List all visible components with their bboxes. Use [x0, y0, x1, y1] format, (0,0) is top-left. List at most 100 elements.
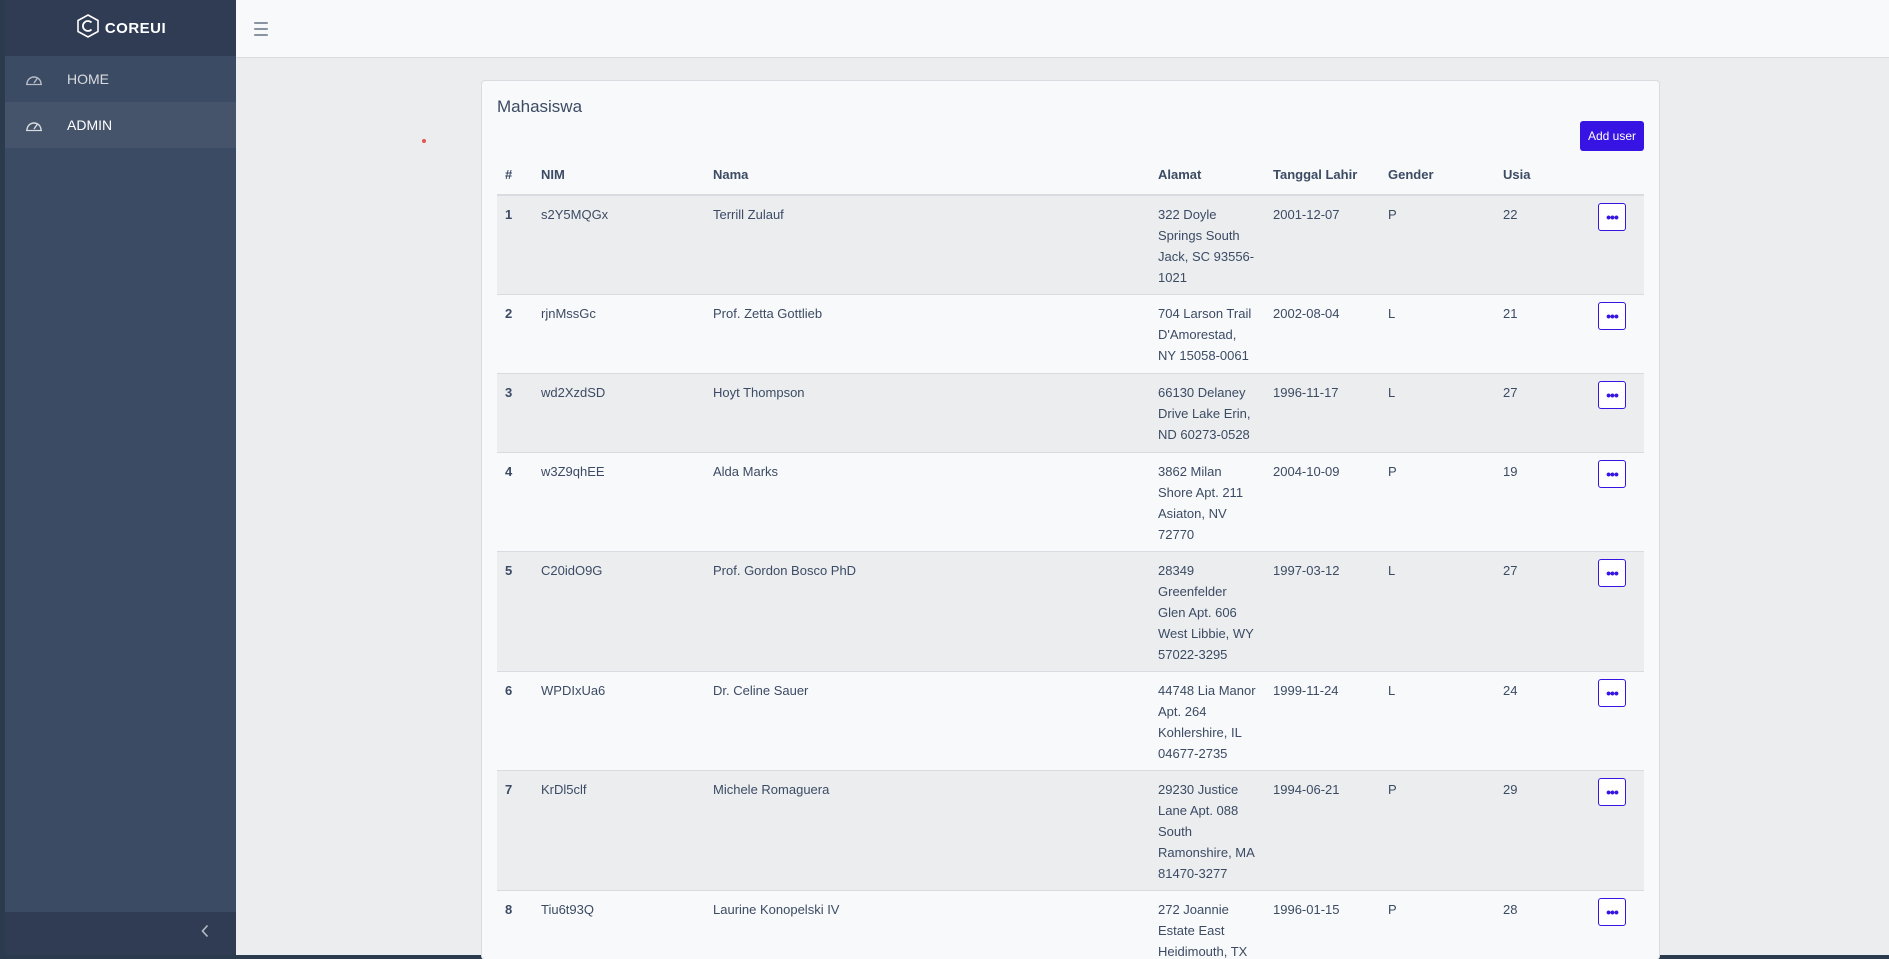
- table-row: 3 wd2XzdSD Hoyt Thompson 66130 Delaney D…: [497, 372, 1644, 452]
- column-header-alamat: Alamat: [1150, 155, 1265, 196]
- cursor-marker: [422, 139, 426, 143]
- sidebar-item-admin[interactable]: ADMIN: [5, 102, 236, 148]
- chevron-left-icon: [200, 924, 210, 943]
- column-header-index: #: [497, 155, 533, 196]
- mahasiswa-card: Mahasiswa Add user # NIM Nama Alamat Tan…: [481, 80, 1660, 959]
- speedometer-icon: [25, 117, 47, 133]
- table-row: 8 Tiu6t93Q Laurine Konopelski IV 272 Joa…: [497, 889, 1644, 959]
- row-gender: P: [1380, 889, 1495, 959]
- table-row: 5 C20idO9G Prof. Gordon Bosco PhD 28349 …: [497, 550, 1644, 671]
- more-horizontal-icon: •••: [1606, 307, 1619, 324]
- row-tanggal-lahir: 1994-06-21: [1265, 769, 1380, 890]
- row-nim: KrDl5clf: [533, 769, 705, 890]
- row-more-button[interactable]: •••: [1598, 301, 1626, 330]
- sidebar-minimize-button[interactable]: [5, 912, 236, 955]
- row-actions: •••: [1590, 769, 1644, 890]
- row-actions: •••: [1590, 550, 1644, 671]
- row-alamat: 322 Doyle Springs South Jack, SC 93556-1…: [1150, 194, 1265, 294]
- sidebar-item-home[interactable]: HOME: [5, 56, 236, 102]
- row-nama: Alda Marks: [705, 451, 1150, 551]
- more-horizontal-icon: •••: [1606, 386, 1619, 403]
- column-header-nama: Nama: [705, 155, 1150, 196]
- column-header-usia: Usia: [1495, 155, 1590, 196]
- row-nim: WPDIxUa6: [533, 670, 705, 770]
- row-nama: Prof. Gordon Bosco PhD: [705, 550, 1150, 671]
- row-usia: 27: [1495, 550, 1590, 671]
- row-tanggal-lahir: 1996-01-15: [1265, 889, 1380, 959]
- row-nim: s2Y5MQGx: [533, 194, 705, 294]
- row-nim: w3Z9qhEE: [533, 451, 705, 551]
- row-more-button[interactable]: •••: [1598, 678, 1626, 707]
- table-row: 7 KrDl5clf Michele Romaguera 29230 Justi…: [497, 769, 1644, 890]
- row-nama: Terrill Zulauf: [705, 194, 1150, 294]
- sidebar-item-label: HOME: [67, 71, 109, 87]
- row-alamat: 29230 Justice Lane Apt. 088 South Ramons…: [1150, 769, 1265, 890]
- row-index: 7: [497, 769, 533, 890]
- row-gender: P: [1380, 769, 1495, 890]
- row-index: 8: [497, 889, 533, 959]
- table-row: 6 WPDIxUa6 Dr. Celine Sauer 44748 Lia Ma…: [497, 670, 1644, 770]
- row-usia: 27: [1495, 372, 1590, 452]
- row-actions: •••: [1590, 194, 1644, 294]
- row-tanggal-lahir: 1999-11-24: [1265, 670, 1380, 770]
- row-alamat: 272 Joannie Estate East Heidimouth, TX: [1150, 889, 1265, 959]
- row-more-button[interactable]: •••: [1598, 459, 1626, 488]
- row-gender: L: [1380, 293, 1495, 373]
- row-actions: •••: [1590, 293, 1644, 373]
- speedometer-icon: [25, 71, 47, 87]
- row-nim: rjnMssGc: [533, 293, 705, 373]
- row-nama: Hoyt Thompson: [705, 372, 1150, 452]
- row-nama: Michele Romaguera: [705, 769, 1150, 890]
- column-header-actions: [1590, 155, 1644, 196]
- more-horizontal-icon: •••: [1606, 903, 1619, 920]
- row-nim: Tiu6t93Q: [533, 889, 705, 959]
- row-gender: P: [1380, 451, 1495, 551]
- app-frame: COREUI HOME ADMIN Mahasiswa Add user # N…: [5, 0, 1889, 959]
- row-usia: 28: [1495, 889, 1590, 959]
- row-nama: Prof. Zetta Gottlieb: [705, 293, 1150, 373]
- brand-name: COREUI: [104, 19, 167, 37]
- row-alamat: 704 Larson Trail D'Amorestad, NY 15058-0…: [1150, 293, 1265, 373]
- row-nim: wd2XzdSD: [533, 372, 705, 452]
- sidebar: COREUI HOME ADMIN: [5, 0, 236, 955]
- row-alamat: 28349 Greenfelder Glen Apt. 606 West Lib…: [1150, 550, 1265, 671]
- more-horizontal-icon: •••: [1606, 783, 1619, 800]
- row-tanggal-lahir: 2002-08-04: [1265, 293, 1380, 373]
- more-horizontal-icon: •••: [1606, 564, 1619, 581]
- more-horizontal-icon: •••: [1606, 209, 1619, 225]
- more-horizontal-icon: •••: [1606, 684, 1619, 701]
- row-actions: •••: [1590, 889, 1644, 959]
- brand[interactable]: COREUI: [5, 0, 236, 56]
- header: [236, 0, 1889, 58]
- table-row: 4 w3Z9qhEE Alda Marks 3862 Milan Shore A…: [497, 451, 1644, 551]
- row-nama: Dr. Celine Sauer: [705, 670, 1150, 770]
- row-alamat: 44748 Lia Manor Apt. 264 Kohlershire, IL…: [1150, 670, 1265, 770]
- row-more-button[interactable]: •••: [1598, 777, 1626, 806]
- row-index: 6: [497, 670, 533, 770]
- row-actions: •••: [1590, 372, 1644, 452]
- row-usia: 22: [1495, 194, 1590, 294]
- row-index: 5: [497, 550, 533, 671]
- column-header-tanggal-lahir: Tanggal Lahir: [1265, 155, 1380, 196]
- card-title: Mahasiswa: [497, 97, 583, 116]
- row-actions: •••: [1590, 670, 1644, 770]
- mahasiswa-table: # NIM Nama Alamat Tanggal Lahir Gender U…: [497, 155, 1644, 959]
- row-more-button[interactable]: •••: [1598, 558, 1626, 587]
- row-alamat: 66130 Delaney Drive Lake Erin, ND 60273-…: [1150, 372, 1265, 452]
- hamburger-icon[interactable]: [254, 19, 274, 39]
- add-user-button[interactable]: Add user: [1579, 121, 1644, 151]
- row-tanggal-lahir: 2001-12-07: [1265, 194, 1380, 294]
- row-more-button[interactable]: •••: [1598, 897, 1626, 926]
- row-actions: •••: [1590, 451, 1644, 551]
- row-more-button[interactable]: •••: [1598, 203, 1626, 231]
- row-alamat: 3862 Milan Shore Apt. 211 Asiaton, NV 72…: [1150, 451, 1265, 551]
- row-index: 1: [497, 194, 533, 294]
- column-header-gender: Gender: [1380, 155, 1495, 196]
- row-gender: L: [1380, 670, 1495, 770]
- row-index: 4: [497, 451, 533, 551]
- table-header-row: # NIM Nama Alamat Tanggal Lahir Gender U…: [497, 155, 1644, 196]
- table-row: 1 s2Y5MQGx Terrill Zulauf 322 Doyle Spri…: [497, 194, 1644, 294]
- row-more-button[interactable]: •••: [1598, 380, 1626, 409]
- table-row: 2 rjnMssGc Prof. Zetta Gottlieb 704 Lars…: [497, 293, 1644, 373]
- more-horizontal-icon: •••: [1606, 465, 1619, 482]
